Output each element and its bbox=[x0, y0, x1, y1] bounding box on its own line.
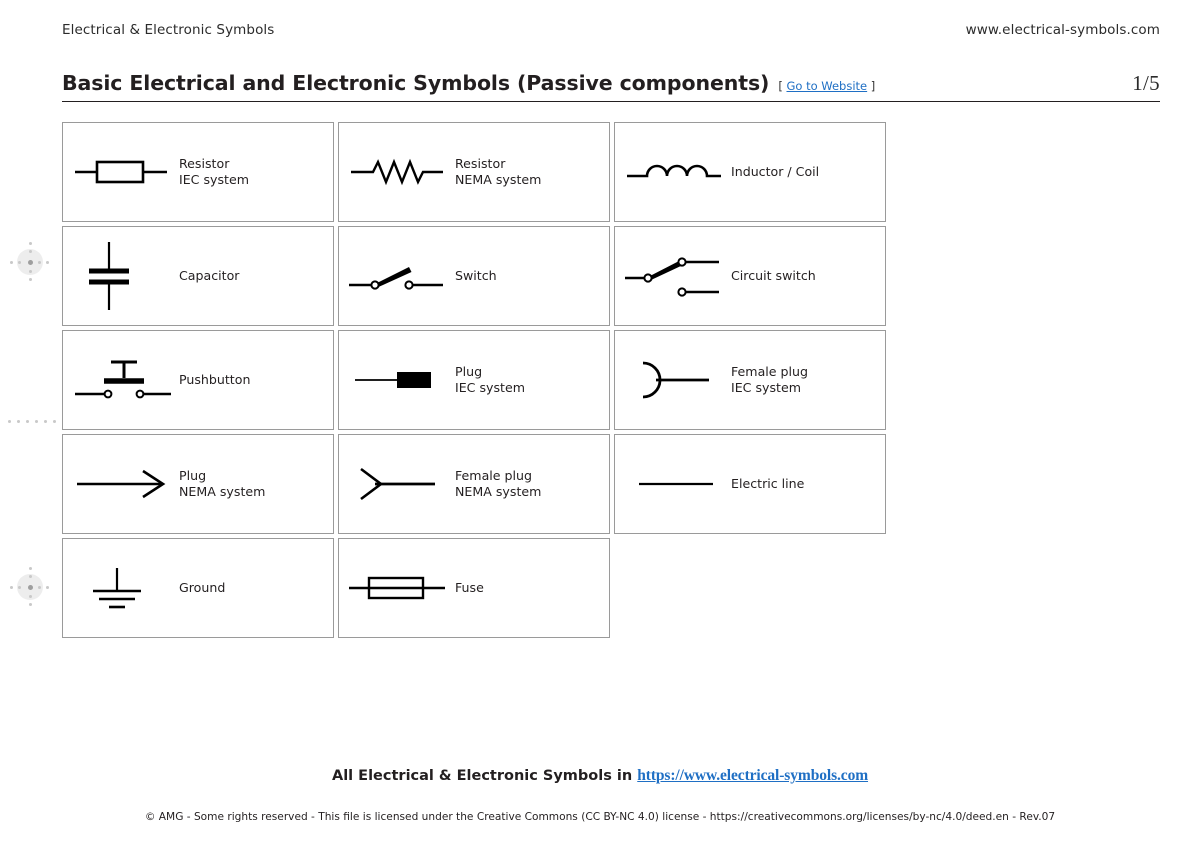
symbol-grid: Resistor IEC system Resistor NEMA system… bbox=[62, 122, 1160, 638]
switch-icon bbox=[345, 231, 453, 321]
title-left-group: Basic Electrical and Electronic Symbols … bbox=[62, 71, 875, 95]
symbol-label: Circuit switch bbox=[731, 268, 816, 284]
ground-icon bbox=[69, 543, 177, 633]
symbol-label: Electric line bbox=[731, 476, 805, 492]
bracket-close: ] bbox=[870, 79, 876, 93]
symbol-label: Resistor NEMA system bbox=[455, 156, 542, 187]
symbol-card-resistor-nema[interactable]: Resistor NEMA system bbox=[338, 122, 610, 222]
header-site-name: Electrical & Electronic Symbols bbox=[62, 22, 275, 38]
symbol-label: Female plug NEMA system bbox=[455, 468, 542, 499]
bracket-open: [ bbox=[778, 79, 783, 93]
symbol-card-circuit-switch[interactable]: Circuit switch bbox=[614, 226, 886, 326]
symbol-card-resistor-iec[interactable]: Resistor IEC system bbox=[62, 122, 334, 222]
resistor-iec-icon bbox=[69, 127, 177, 217]
title-row: Basic Electrical and Electronic Symbols … bbox=[62, 71, 1160, 96]
symbol-label: Capacitor bbox=[179, 268, 240, 284]
symbol-label: Resistor IEC system bbox=[179, 156, 249, 187]
pushbutton-icon bbox=[69, 335, 177, 425]
symbol-card-inductor-coil[interactable]: Inductor / Coil bbox=[614, 122, 886, 222]
symbol-label: Plug NEMA system bbox=[179, 468, 266, 499]
title-divider bbox=[62, 101, 1160, 102]
page-number: 1/5 bbox=[1132, 71, 1160, 95]
plug-nema-icon bbox=[69, 439, 177, 529]
fuse-icon bbox=[345, 543, 453, 633]
inductor-coil-icon bbox=[621, 127, 729, 217]
symbol-card-pushbutton[interactable]: Pushbutton bbox=[62, 330, 334, 430]
symbol-card-plug-nema[interactable]: Plug NEMA system bbox=[62, 434, 334, 534]
symbol-card-electric-line[interactable]: Electric line bbox=[614, 434, 886, 534]
symbol-label: Switch bbox=[455, 268, 497, 284]
symbol-label: Plug IEC system bbox=[455, 364, 525, 395]
goto-website-link[interactable]: Go to Website bbox=[786, 79, 867, 93]
page-title: Basic Electrical and Electronic Symbols … bbox=[62, 71, 770, 95]
capacitor-icon bbox=[69, 231, 177, 321]
symbol-label: Female plug IEC system bbox=[731, 364, 809, 395]
symbol-label: Pushbutton bbox=[179, 372, 251, 388]
symbol-card-female-plug-nema[interactable]: Female plug NEMA system bbox=[338, 434, 610, 534]
female-plug-nema-icon bbox=[345, 439, 453, 529]
footer-website-link[interactable]: https://www.electrical-symbols.com bbox=[637, 767, 868, 784]
registration-mark-top bbox=[8, 240, 52, 284]
symbol-card-plug-iec[interactable]: Plug IEC system bbox=[338, 330, 610, 430]
symbol-card-female-plug-iec[interactable]: Female plug IEC system bbox=[614, 330, 886, 430]
symbol-card-switch[interactable]: Switch bbox=[338, 226, 610, 326]
page-header: Electrical & Electronic Symbols www.elec… bbox=[62, 22, 1160, 44]
plug-iec-icon bbox=[345, 335, 453, 425]
symbol-card-capacitor[interactable]: Capacitor bbox=[62, 226, 334, 326]
symbol-label: Ground bbox=[179, 580, 226, 596]
symbol-label: Inductor / Coil bbox=[731, 164, 820, 180]
goto-website-wrapper: [ Go to Website ] bbox=[778, 79, 875, 93]
registration-mark-bottom bbox=[8, 565, 52, 609]
resistor-nema-icon bbox=[345, 127, 453, 217]
circuit-switch-icon bbox=[621, 231, 729, 321]
footer-main-text: All Electrical & Electronic Symbols in bbox=[331, 768, 638, 784]
electric-line-icon bbox=[621, 439, 729, 529]
registration-mark-dotted-row bbox=[8, 420, 65, 423]
female-plug-iec-icon bbox=[621, 335, 729, 425]
symbol-label: Fuse bbox=[455, 580, 484, 596]
footer-legal-text: © AMG - Some rights reserved - This file… bbox=[144, 811, 1056, 823]
symbol-card-ground[interactable]: Ground bbox=[62, 538, 334, 638]
symbol-card-fuse[interactable]: Fuse bbox=[338, 538, 610, 638]
header-site-url: www.electrical-symbols.com bbox=[965, 22, 1160, 38]
footer-main: All Electrical & Electronic Symbols in h… bbox=[0, 767, 1200, 785]
